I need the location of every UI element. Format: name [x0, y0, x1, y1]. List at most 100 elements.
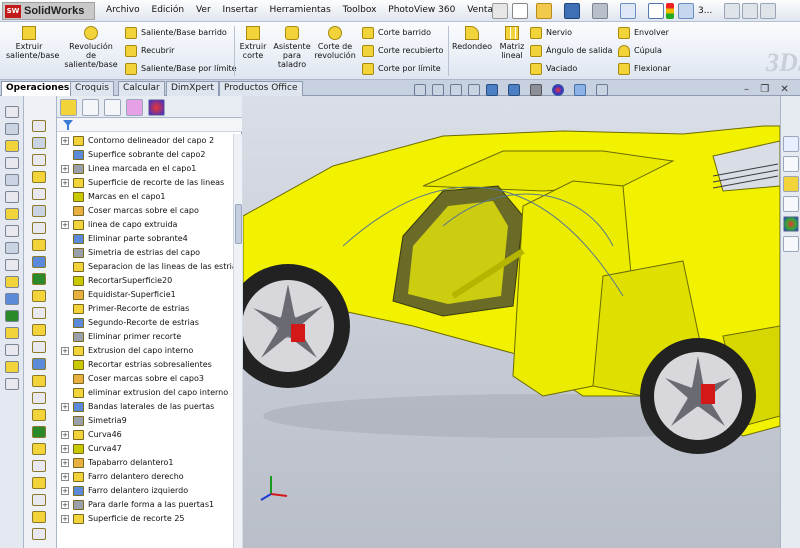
- tree-item[interactable]: + Superficie de recorte 25: [57, 512, 233, 526]
- tab-dimxpert[interactable]: DimXpert: [166, 81, 219, 96]
- surface-tool-icon[interactable]: [5, 378, 19, 390]
- surface-tool-icon[interactable]: [5, 361, 19, 373]
- expand-toggle-icon[interactable]: +: [61, 501, 69, 509]
- display-manager-tab-icon[interactable]: [148, 99, 165, 116]
- menu-insertar[interactable]: Insertar: [223, 5, 258, 15]
- feature-tool-icon[interactable]: [32, 460, 46, 472]
- feature-tool-icon[interactable]: [32, 171, 46, 183]
- tree-item[interactable]: + Contorno delineador del capo 2: [57, 134, 233, 148]
- save-icon[interactable]: [564, 3, 580, 19]
- tab-operaciones[interactable]: Operaciones: [1, 81, 75, 96]
- app-logo[interactable]: SW SolidWorks: [2, 2, 95, 20]
- search-icon[interactable]: [783, 196, 799, 212]
- previous-view-icon[interactable]: [450, 84, 462, 96]
- undo-icon[interactable]: [620, 3, 636, 19]
- feature-tool-icon[interactable]: [32, 222, 46, 234]
- surface-tool-icon[interactable]: [5, 157, 19, 169]
- feature-tool-icon[interactable]: [32, 188, 46, 200]
- file-explorer-icon[interactable]: [783, 176, 799, 192]
- filter-icon[interactable]: [63, 120, 73, 130]
- expand-toggle-icon[interactable]: +: [61, 445, 69, 453]
- dimxpert-manager-tab-icon[interactable]: [126, 99, 143, 116]
- tree-item[interactable]: Coser marcas sobre el capo3: [57, 372, 233, 386]
- open-folder-icon[interactable]: [536, 3, 552, 19]
- tree-item[interactable]: Simetria de estrias del capo: [57, 246, 233, 260]
- feature-tool-icon[interactable]: [32, 137, 46, 149]
- zoom-area-icon[interactable]: [432, 84, 444, 96]
- tree-item[interactable]: Simetria9: [57, 414, 233, 428]
- tree-item[interactable]: RecortarSuperficie20: [57, 274, 233, 288]
- expand-toggle-icon[interactable]: +: [61, 459, 69, 467]
- surface-tool-icon[interactable]: [5, 259, 19, 271]
- feature-manager-tab-icon[interactable]: [60, 99, 77, 116]
- tree-item[interactable]: + Curva47: [57, 442, 233, 456]
- feature-tool-icon[interactable]: [32, 409, 46, 421]
- tree-item[interactable]: + Para darle forma a las puertas1: [57, 498, 233, 512]
- draft-button[interactable]: Ángulo de salida: [530, 45, 612, 59]
- linear-pattern-button[interactable]: Matriz lineal: [496, 26, 528, 60]
- menu-herramientas[interactable]: Herramientas: [269, 5, 330, 15]
- loft-button[interactable]: Recubrir: [125, 45, 174, 59]
- tree-item[interactable]: eliminar extrusion del capo interno: [57, 386, 233, 400]
- restore-icon[interactable]: ❐: [760, 84, 769, 95]
- revolve-cut-button[interactable]: Corte de revolución: [314, 26, 356, 60]
- custom-properties-icon[interactable]: [783, 236, 799, 252]
- shell-button[interactable]: Vaciado: [530, 63, 577, 77]
- expand-toggle-icon[interactable]: +: [61, 487, 69, 495]
- feature-tool-icon[interactable]: [32, 426, 46, 438]
- tree-item[interactable]: + Farro delantero derecho: [57, 470, 233, 484]
- surface-tool-icon[interactable]: [5, 106, 19, 118]
- feature-tool-icon[interactable]: [32, 341, 46, 353]
- rib-button[interactable]: Nervio: [530, 27, 572, 41]
- tab-calcular[interactable]: Calcular: [118, 81, 165, 96]
- expand-toggle-icon[interactable]: +: [61, 515, 69, 523]
- property-manager-tab-icon[interactable]: [82, 99, 99, 116]
- display-style-icon[interactable]: [508, 84, 520, 96]
- new-document-icon[interactable]: [512, 3, 528, 19]
- surface-tool-icon[interactable]: [5, 174, 19, 186]
- tree-item[interactable]: Superfice sobrante del capo2: [57, 148, 233, 162]
- expand-toggle-icon[interactable]: +: [61, 179, 69, 187]
- expand-toggle-icon[interactable]: +: [61, 347, 69, 355]
- feature-tool-icon[interactable]: [32, 307, 46, 319]
- menu-photoview[interactable]: PhotoView 360: [388, 5, 455, 15]
- menu-ver[interactable]: Ver: [196, 5, 211, 15]
- tree-item[interactable]: + linea de capo extruida: [57, 218, 233, 232]
- options-gear-icon[interactable]: [678, 3, 694, 19]
- tree-item[interactable]: Coser marcas sobre el capo: [57, 204, 233, 218]
- design-library-icon[interactable]: [783, 156, 799, 172]
- feature-tool-icon[interactable]: [32, 443, 46, 455]
- feature-tool-icon[interactable]: [32, 120, 46, 132]
- lofted-cut-button[interactable]: Corte recubierto: [362, 45, 443, 59]
- tree-item[interactable]: + Curva46: [57, 428, 233, 442]
- feature-tool-icon[interactable]: [32, 392, 46, 404]
- maximize-icon[interactable]: [742, 3, 758, 19]
- expand-toggle-icon[interactable]: +: [61, 403, 69, 411]
- surface-tool-icon[interactable]: [5, 293, 19, 305]
- menu-archivo[interactable]: Archivo: [106, 5, 140, 15]
- surface-tool-icon[interactable]: [5, 242, 19, 254]
- expand-toggle-icon[interactable]: +: [61, 137, 69, 145]
- solidworks-resources-icon[interactable]: [783, 136, 799, 152]
- select-cursor-icon[interactable]: [648, 3, 664, 19]
- menu-edicion[interactable]: Edición: [152, 5, 185, 15]
- tree-item[interactable]: Separacion de las lineas de las estrias: [57, 260, 233, 274]
- boundary-boss-button[interactable]: Saliente/Base por límite: [125, 63, 237, 77]
- zoom-to-fit-icon[interactable]: [414, 84, 426, 96]
- extrude-cut-button[interactable]: Extruir corte: [238, 26, 268, 60]
- overflow-label[interactable]: 3...: [698, 6, 712, 16]
- feature-tool-icon[interactable]: [32, 375, 46, 387]
- scrollbar-thumb[interactable]: [235, 204, 242, 244]
- surface-tool-icon[interactable]: [5, 225, 19, 237]
- edit-appearance-icon[interactable]: [552, 84, 564, 96]
- feature-tool-icon[interactable]: [32, 358, 46, 370]
- swept-cut-button[interactable]: Corte barrido: [362, 27, 431, 41]
- tab-productos-office[interactable]: Productos Office: [219, 81, 303, 96]
- tree-item[interactable]: Segundo-Recorte de estrias: [57, 316, 233, 330]
- tree-item[interactable]: Primer-Recorte de estrias: [57, 302, 233, 316]
- expand-toggle-icon[interactable]: +: [61, 165, 69, 173]
- tree-item[interactable]: + Superficie de recorte de las lineas: [57, 176, 233, 190]
- tree-item[interactable]: Eliminar parte sobrante4: [57, 232, 233, 246]
- feature-tool-icon[interactable]: [32, 154, 46, 166]
- surface-tool-icon[interactable]: [5, 276, 19, 288]
